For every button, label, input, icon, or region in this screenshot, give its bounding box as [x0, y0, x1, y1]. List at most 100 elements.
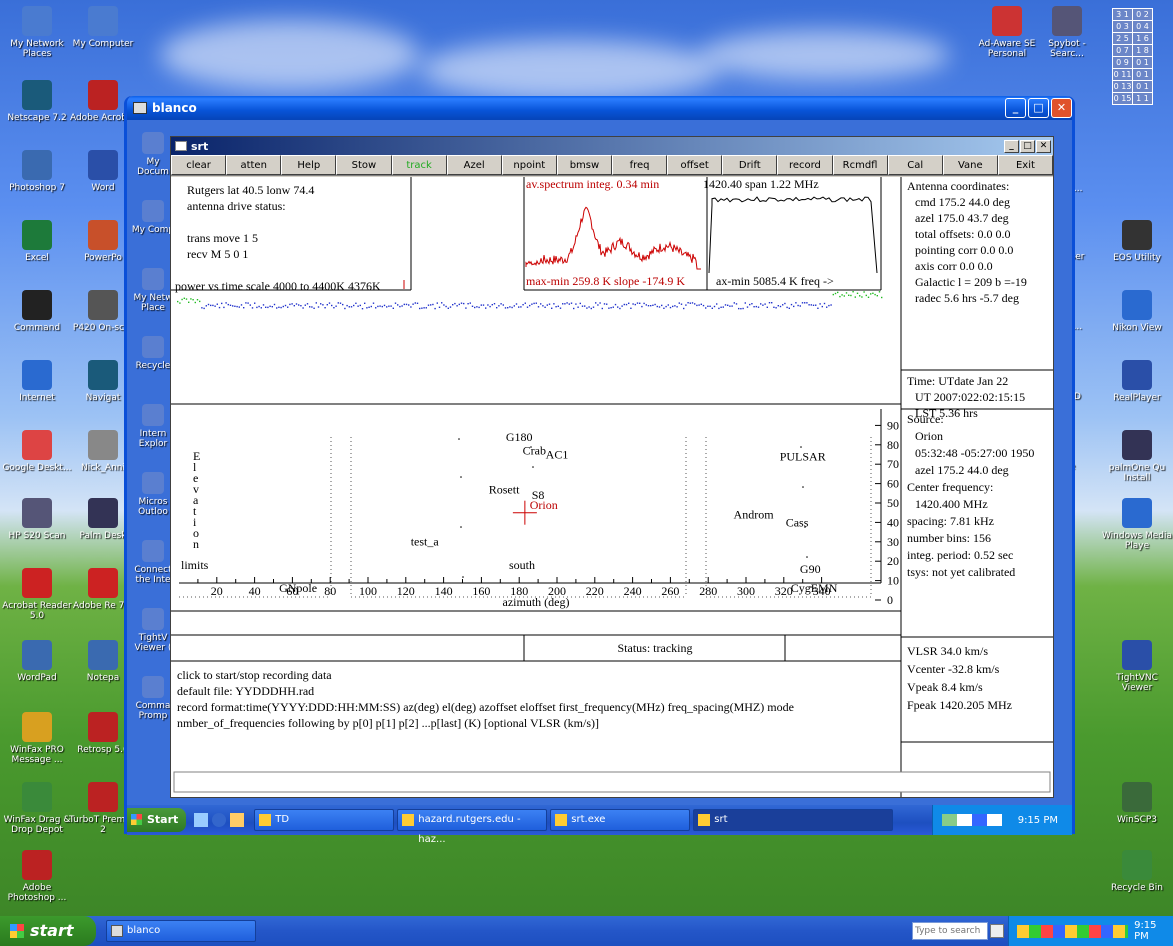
inner-desktop-icon[interactable]: TightV Viewer ( — [131, 608, 175, 653]
track-dot — [460, 476, 462, 478]
desktop-icon[interactable]: palmOne Qu Install — [1100, 430, 1173, 483]
toolbar-button-cal[interactable]: Cal — [887, 155, 943, 175]
desktop-icon[interactable]: My Network Places — [0, 6, 74, 59]
maximize-icon[interactable]: □ — [1028, 98, 1049, 118]
toolbar-button-track[interactable]: track — [391, 155, 447, 175]
desktop-icon[interactable]: WinSCP3 — [1100, 782, 1173, 825]
calendar-cell[interactable]: 0 1 — [1132, 56, 1153, 69]
desktop-icon[interactable]: Nikon View — [1100, 290, 1173, 333]
calendar-cell[interactable]: 0 13 — [1112, 80, 1133, 93]
toolbar-button-vane[interactable]: Vane — [942, 155, 998, 175]
desktop-icon[interactable]: RealPlayer — [1100, 360, 1173, 403]
toolbar-button-offset[interactable]: offset — [667, 155, 723, 175]
desktop-icon[interactable]: HP S20 Scan — [0, 498, 74, 541]
inner-desktop-icon[interactable]: Intern Explor — [131, 404, 175, 449]
desktop-icon[interactable]: TightVNC Viewer — [1100, 640, 1173, 693]
desktop-icon[interactable]: Google Deskt... — [0, 430, 74, 473]
desktop-icon[interactable]: Photoshop 7 — [0, 150, 74, 193]
inner-desktop-label: Micros Outloo — [138, 497, 168, 517]
desktop-icon[interactable]: WinFax PRO Message ... — [0, 712, 74, 765]
toolbar-button-exit[interactable]: Exit — [997, 155, 1053, 175]
calendar-cell[interactable]: 0 1 — [1132, 80, 1153, 93]
desktop-icon[interactable]: Netscape 7.2 — [0, 80, 74, 123]
desktop-icon[interactable]: EOS Utility — [1100, 220, 1173, 263]
command-input[interactable] — [173, 771, 1051, 793]
inner-desktop-icon[interactable]: My Netw Place — [131, 268, 175, 313]
desktop-icon[interactable]: My Computer — [66, 6, 140, 49]
tray-icons[interactable] — [1017, 924, 1129, 938]
tray-icons[interactable] — [941, 814, 1002, 826]
task-item[interactable]: blanco — [106, 920, 256, 942]
desktop-icon[interactable]: Internet — [0, 360, 74, 403]
desktop-icon[interactable]: Acrobat Reader 5.0 — [0, 568, 74, 621]
toolbar-button-stow[interactable]: Stow — [336, 155, 392, 175]
inner-desktop-icon[interactable]: My Docum — [131, 132, 175, 177]
desktop-icon[interactable]: Command — [0, 290, 74, 333]
srt-close-icon[interactable]: ✕ — [1036, 139, 1051, 153]
calendar-cell[interactable]: 0 3 — [1112, 20, 1133, 33]
desktop-icon[interactable]: WinFax Drag & Drop Depot — [0, 782, 74, 835]
inner-desktop-icon[interactable]: Comma Promp — [131, 676, 175, 721]
srt-maximize-icon[interactable]: □ — [1020, 139, 1035, 153]
app-icon — [88, 290, 118, 320]
inner-desktop-icon[interactable]: Micros Outloo — [131, 472, 175, 517]
toolbar-button-record[interactable]: record — [777, 155, 833, 175]
task-item-label: srt — [714, 814, 728, 825]
inner-task-item[interactable]: srt — [693, 809, 894, 831]
search-input[interactable] — [912, 922, 988, 940]
inner-desktop-icon[interactable]: Connect the Inte — [131, 540, 175, 585]
srt-window[interactable]: srt _ □ ✕ clear atten Help Stow track Azel npo… — [170, 136, 1054, 798]
inner-task-item[interactable]: TD — [254, 809, 395, 831]
start-button[interactable]: start — [0, 916, 96, 946]
calendar-cell[interactable]: 0 15 — [1112, 92, 1133, 105]
quicklaunch-explorer-icon[interactable] — [230, 813, 245, 827]
antenna-line: axis corr 0.0 0.0 — [915, 259, 993, 273]
power-dot — [449, 306, 452, 308]
calendar-cell[interactable]: 0 1 — [1132, 68, 1153, 81]
inner-task-item[interactable]: srt.exe — [550, 809, 691, 831]
quicklaunch-desktop-icon[interactable] — [194, 813, 209, 827]
power-dot — [476, 306, 478, 308]
toolbar-button-azel[interactable]: Azel — [446, 155, 502, 175]
desktop-icon[interactable]: WordPad — [0, 640, 74, 683]
inner-task-item[interactable]: hazard.rutgers.edu - haz... — [397, 809, 548, 845]
south-label: south — [509, 558, 535, 572]
calendar-cell[interactable]: 2 5 — [1112, 32, 1133, 45]
toolbar-button-rcmdfl[interactable]: Rcmdfl — [832, 155, 888, 175]
toolbar-button-clear[interactable]: clear — [171, 155, 227, 175]
quicklaunch-ie-icon[interactable] — [212, 813, 227, 827]
power-dot — [276, 307, 278, 309]
desktop-icon[interactable]: Windows Media Playe — [1100, 498, 1173, 551]
calendar-cell[interactable]: 0 11 — [1112, 68, 1133, 81]
app-icon — [88, 568, 118, 598]
desktop-icon[interactable]: Recycle Bin — [1100, 850, 1173, 893]
toolbar-button-bmsw[interactable]: bmsw — [556, 155, 612, 175]
calendar-cell[interactable]: 0 7 — [1112, 44, 1133, 57]
toolbar-button-atten[interactable]: atten — [226, 155, 282, 175]
desktop-icon[interactable]: Adobe Photoshop ... — [0, 850, 74, 903]
desktop-icon[interactable]: Spybot - Searc... — [1030, 6, 1104, 59]
calendar-cell[interactable]: 0 4 — [1132, 20, 1153, 33]
calendar-cell[interactable]: 1 6 — [1132, 32, 1153, 45]
blanco-title-bar[interactable]: blanco _ □ ✕ — [127, 96, 1072, 120]
toolbar-button-help[interactable]: Help — [281, 155, 337, 175]
spectrum-red-line — [525, 206, 701, 270]
toolbar-button-freq[interactable]: freq — [612, 155, 668, 175]
toolbar-button-npoint[interactable]: npoint — [501, 155, 557, 175]
inner-desktop-icon[interactable]: My Comp — [131, 200, 175, 235]
calendar-widget[interactable]: 3 10 20 30 42 51 60 71 80 90 10 11 0 10 1… — [1112, 8, 1153, 105]
calendar-cell[interactable]: 1 1 — [1132, 92, 1153, 105]
calendar-cell[interactable]: 0 9 — [1112, 56, 1133, 69]
srt-minimize-icon[interactable]: _ — [1004, 139, 1019, 153]
minimize-icon[interactable]: _ — [1005, 98, 1026, 118]
srt-title-bar[interactable]: srt _ □ ✕ — [171, 137, 1053, 155]
close-icon[interactable]: ✕ — [1051, 98, 1072, 118]
calendar-cell[interactable]: 1 8 — [1132, 44, 1153, 57]
calendar-cell[interactable]: 3 1 — [1112, 8, 1133, 21]
toolbar-button-drift[interactable]: Drift — [722, 155, 778, 175]
inner-desktop-icon[interactable]: Recycle — [131, 336, 175, 371]
search-go-icon[interactable] — [990, 924, 1004, 938]
desktop-icon[interactable]: Excel — [0, 220, 74, 263]
calendar-cell[interactable]: 0 2 — [1132, 8, 1153, 21]
inner-start-button[interactable]: Start — [127, 808, 187, 832]
